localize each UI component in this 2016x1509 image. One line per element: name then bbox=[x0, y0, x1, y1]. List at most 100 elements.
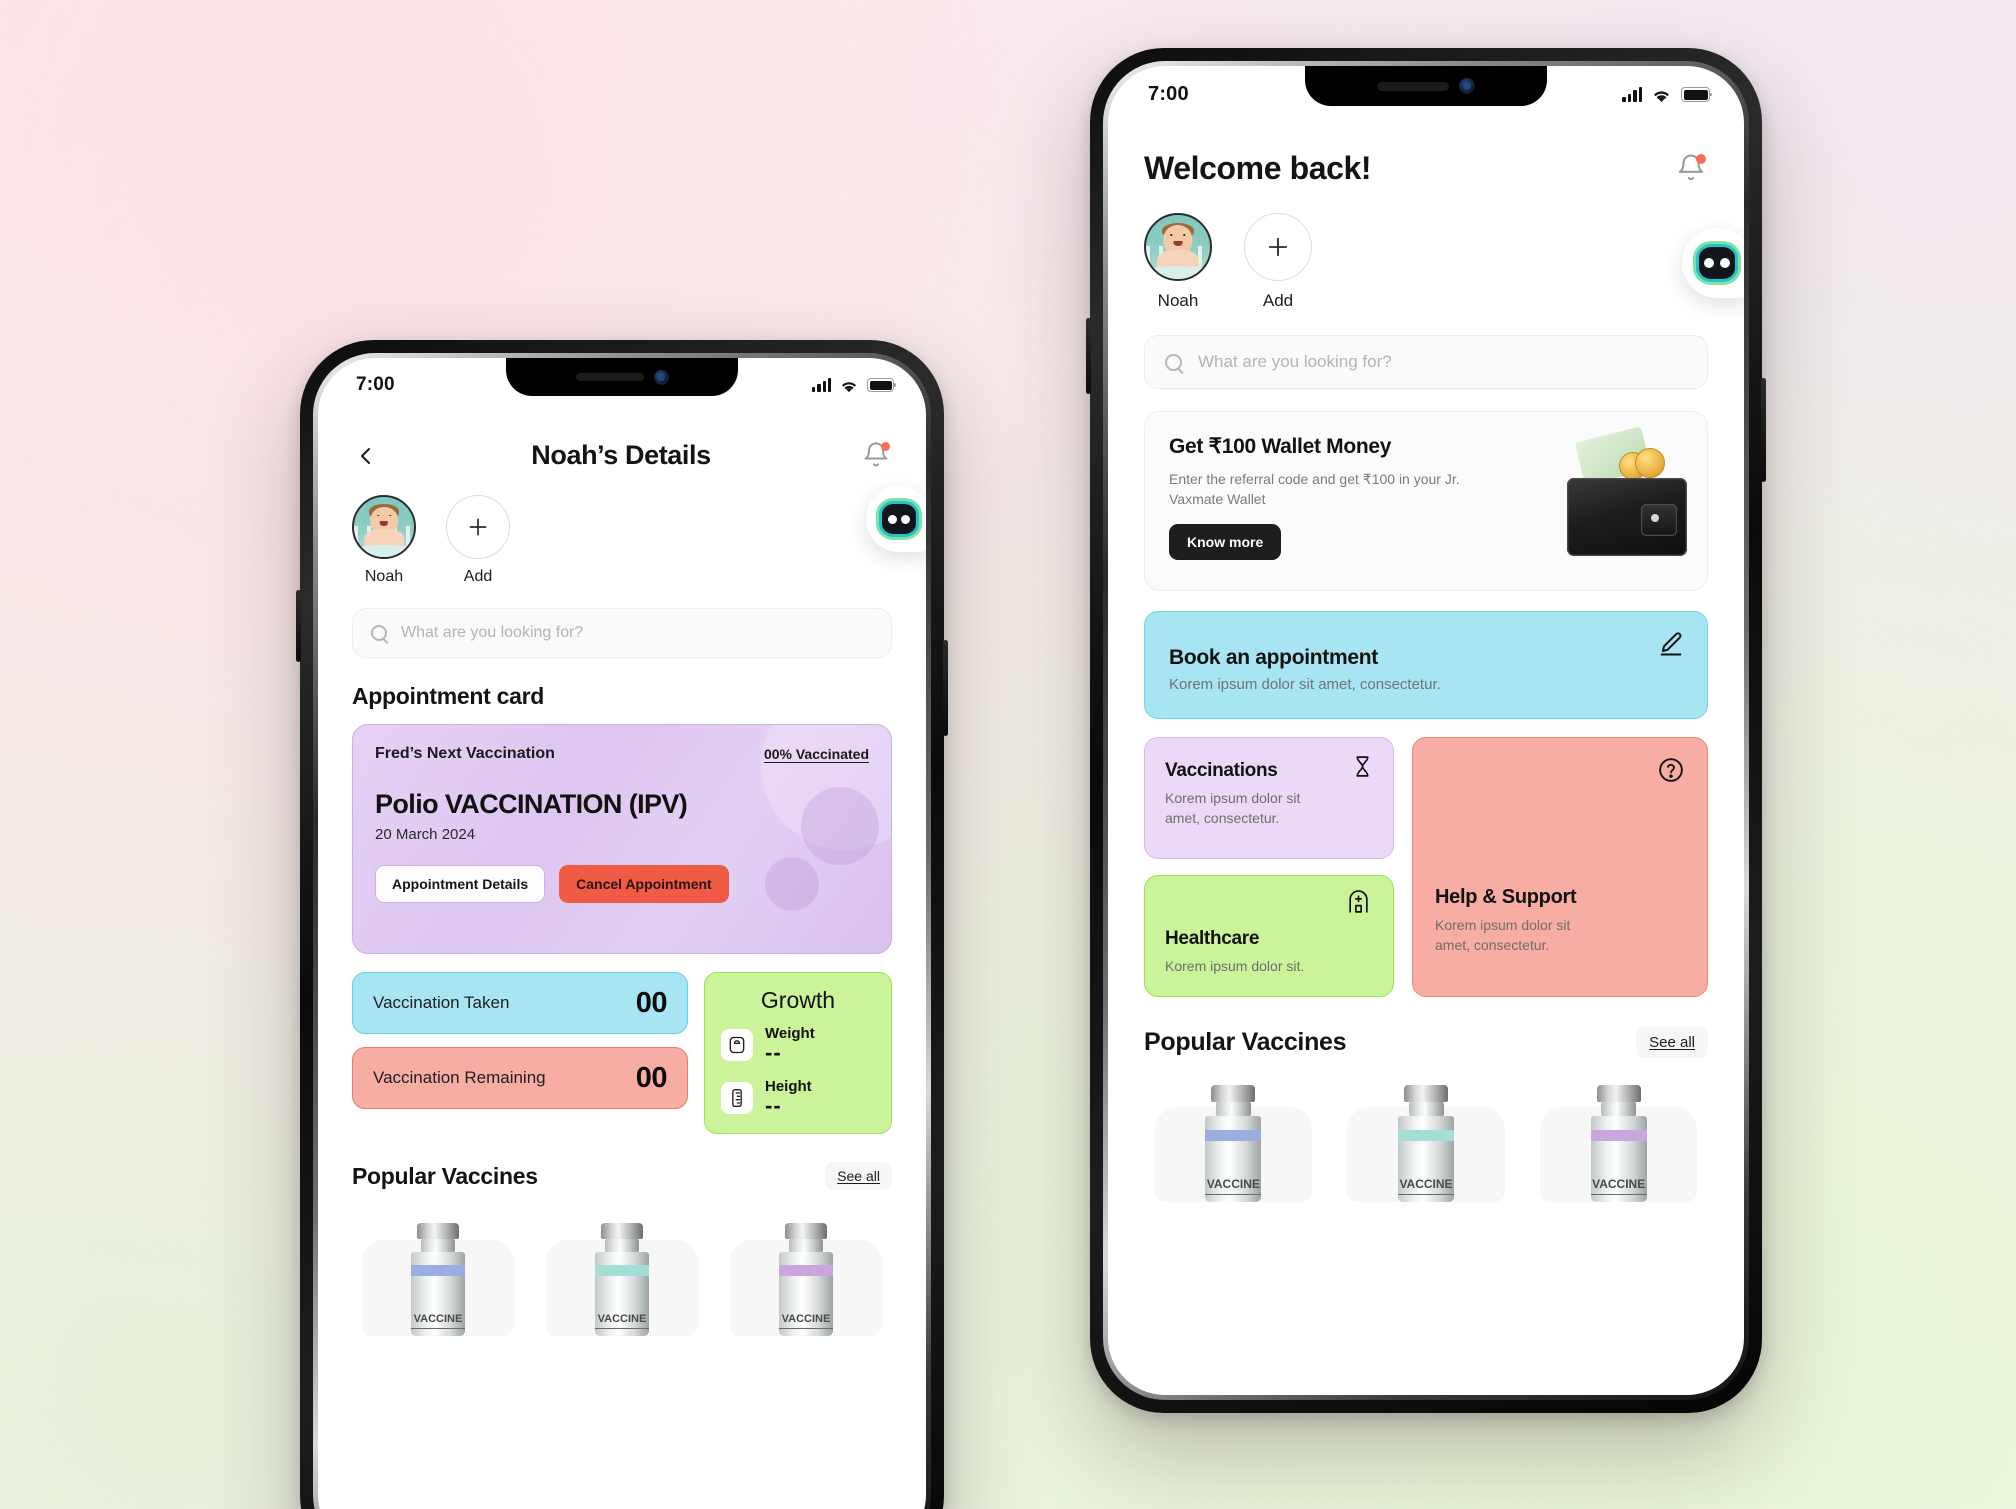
ruler-icon bbox=[721, 1081, 753, 1114]
wallet-coin-front bbox=[1635, 448, 1665, 478]
see-all-button[interactable]: See all bbox=[1636, 1027, 1708, 1058]
notification-button[interactable] bbox=[1676, 153, 1708, 185]
status-icons bbox=[1622, 87, 1712, 103]
battery-icon bbox=[1681, 87, 1712, 102]
earpiece-speaker-icon bbox=[1377, 81, 1449, 91]
wallet-promo-card[interactable]: Get ₹100 Wallet Money Enter the referral… bbox=[1144, 411, 1708, 591]
vaccine-name: Polio VACCINATION (IPV) bbox=[375, 789, 688, 819]
vaccine-vial-item[interactable]: VACCINE bbox=[1337, 1074, 1516, 1202]
add-child-label: Add bbox=[1262, 291, 1294, 310]
tile-help-support[interactable]: Help & Support Korem ipsum dolor sit ame… bbox=[1412, 737, 1708, 997]
vaccinated-percent[interactable]: 00% Vaccinated bbox=[764, 746, 869, 762]
chat-bot-floating-button[interactable] bbox=[1682, 228, 1744, 298]
appointment-details-button[interactable]: Appointment Details bbox=[375, 865, 546, 903]
left-stats-growth-row: Vaccination Taken 00 Vaccination Remaini… bbox=[352, 972, 892, 1134]
tile-vaccinations[interactable]: Vaccinations Korem ipsum dolor sit amet,… bbox=[1144, 737, 1394, 859]
stat-vaccination-remaining[interactable]: Vaccination Remaining 00 bbox=[352, 1047, 688, 1109]
vial-cap bbox=[1404, 1085, 1448, 1102]
appointment-kicker: Fred’s Next Vaccination bbox=[375, 745, 555, 762]
tile-healthcare[interactable]: Healthcare Korem ipsum dolor sit. bbox=[1144, 875, 1394, 997]
vial-neck bbox=[1601, 1102, 1637, 1116]
vial-color-band bbox=[595, 1265, 649, 1277]
left-phone-power-button[interactable] bbox=[943, 640, 948, 736]
baby-eye-left bbox=[1170, 234, 1173, 236]
tile-title: Vaccinations bbox=[1165, 760, 1278, 781]
appointment-card[interactable]: Fred’s Next Vaccination 00% Vaccinated P… bbox=[352, 724, 892, 954]
baby-eye-right bbox=[1183, 234, 1186, 236]
bot-eye-left bbox=[1704, 258, 1715, 268]
vial-body: VACCINE bbox=[595, 1252, 649, 1336]
vial-label: VACCINE bbox=[779, 1313, 833, 1330]
vaccine-vial-item[interactable]: VACCINE bbox=[720, 1206, 892, 1336]
vaccine-vial-item[interactable]: VACCINE bbox=[536, 1206, 708, 1336]
bot-eye-right bbox=[901, 514, 911, 524]
search-input[interactable]: What are you looking for? bbox=[352, 608, 892, 658]
cellular-signal-icon bbox=[1622, 87, 1642, 102]
stat-value: 00 bbox=[635, 986, 668, 1019]
left-phone-screen: 7:00 Noah’s Details Noah Add What are yo… bbox=[318, 358, 926, 1509]
status-time: 7:00 bbox=[356, 374, 395, 395]
growth-metric-value: -- bbox=[765, 1093, 782, 1118]
weight-scale-icon bbox=[721, 1028, 753, 1061]
add-child-button[interactable] bbox=[1244, 213, 1312, 281]
search-icon bbox=[1165, 353, 1182, 371]
tile-subtitle: Korem ipsum dolor sit amet, consectetur. bbox=[1165, 790, 1301, 826]
search-placeholder: What are you looking for? bbox=[1198, 352, 1392, 371]
appointment-card-top-row: Fred’s Next Vaccination 00% Vaccinated bbox=[375, 745, 869, 763]
add-child-item[interactable]: Add bbox=[1244, 213, 1312, 311]
right-popular-header: Popular Vaccines See all bbox=[1144, 1027, 1708, 1058]
left-app-content: Noah’s Details Noah Add What are you loo… bbox=[318, 416, 926, 1509]
wifi-icon bbox=[840, 378, 858, 393]
right-children-row: Noah Add bbox=[1144, 213, 1708, 311]
know-more-button[interactable]: Know more bbox=[1169, 523, 1282, 560]
left-phone-volume-button[interactable] bbox=[296, 590, 301, 662]
baby-blanket bbox=[1146, 266, 1210, 279]
tile-title: Help & Support bbox=[1435, 886, 1577, 908]
front-camera-icon bbox=[1459, 78, 1475, 94]
status-icons bbox=[812, 378, 896, 393]
pencil-edit-icon[interactable] bbox=[1657, 630, 1685, 663]
right-phone-notch bbox=[1305, 66, 1547, 106]
growth-title: Growth bbox=[760, 987, 836, 1013]
left-vial-row: VACCINE VACCINE VACCINE bbox=[352, 1206, 892, 1336]
growth-metric-value: -- bbox=[765, 1040, 782, 1065]
vial-cap bbox=[1211, 1085, 1256, 1102]
left-children-row: Noah Add bbox=[352, 495, 892, 586]
popular-vaccines-title: Popular Vaccines bbox=[352, 1162, 538, 1189]
right-app-content: Welcome back! Noah Add What are you look… bbox=[1108, 126, 1744, 1395]
child-item-noah[interactable]: Noah bbox=[1144, 213, 1212, 311]
vial-label: VACCINE bbox=[1590, 1177, 1647, 1196]
hourglass-icon bbox=[1350, 754, 1375, 784]
chat-bot-floating-button[interactable] bbox=[866, 486, 926, 552]
right-phone-volume-button[interactable] bbox=[1086, 318, 1091, 394]
vaccine-vial-icon: VACCINE bbox=[403, 1223, 473, 1336]
vial-neck bbox=[1408, 1102, 1444, 1116]
search-input[interactable]: What are you looking for? bbox=[1144, 335, 1708, 389]
vial-color-band bbox=[1398, 1129, 1454, 1141]
right-phone-power-button[interactable] bbox=[1761, 378, 1766, 482]
cancel-appointment-button[interactable]: Cancel Appointment bbox=[559, 865, 729, 903]
vaccine-vial-icon: VACCINE bbox=[1390, 1085, 1462, 1202]
book-appointment-banner[interactable]: Book an appointment Korem ipsum dolor si… bbox=[1144, 611, 1708, 719]
stat-value: 00 bbox=[635, 1061, 668, 1094]
add-child-item[interactable]: Add bbox=[446, 495, 510, 586]
back-button[interactable] bbox=[352, 442, 380, 470]
stat-vaccination-taken[interactable]: Vaccination Taken 00 bbox=[352, 972, 688, 1034]
tile-subtitle: Korem ipsum dolor sit amet, consectetur. bbox=[1435, 917, 1571, 953]
vaccine-vial-item[interactable]: VACCINE bbox=[352, 1206, 524, 1336]
vial-body: VACCINE bbox=[779, 1252, 833, 1336]
left-phone-device: 7:00 Noah’s Details Noah Add What are yo… bbox=[296, 340, 948, 1509]
vaccine-vial-item[interactable]: VACCINE bbox=[1529, 1074, 1708, 1202]
notification-button[interactable] bbox=[862, 441, 892, 471]
vaccine-vial-item[interactable]: VACCINE bbox=[1144, 1074, 1323, 1202]
search-placeholder: What are you looking for? bbox=[401, 624, 584, 641]
child-item-noah[interactable]: Noah bbox=[352, 495, 416, 586]
add-child-label: Add bbox=[463, 568, 493, 585]
vial-body: VACCINE bbox=[1398, 1116, 1454, 1202]
vial-color-band bbox=[1205, 1129, 1262, 1141]
growth-card[interactable]: Growth Weight -- Height -- bbox=[704, 972, 892, 1134]
add-child-button[interactable] bbox=[446, 495, 510, 559]
vial-body: VACCINE bbox=[1205, 1116, 1262, 1202]
see-all-button[interactable]: See all bbox=[825, 1162, 892, 1190]
baby-blanket bbox=[354, 545, 414, 557]
